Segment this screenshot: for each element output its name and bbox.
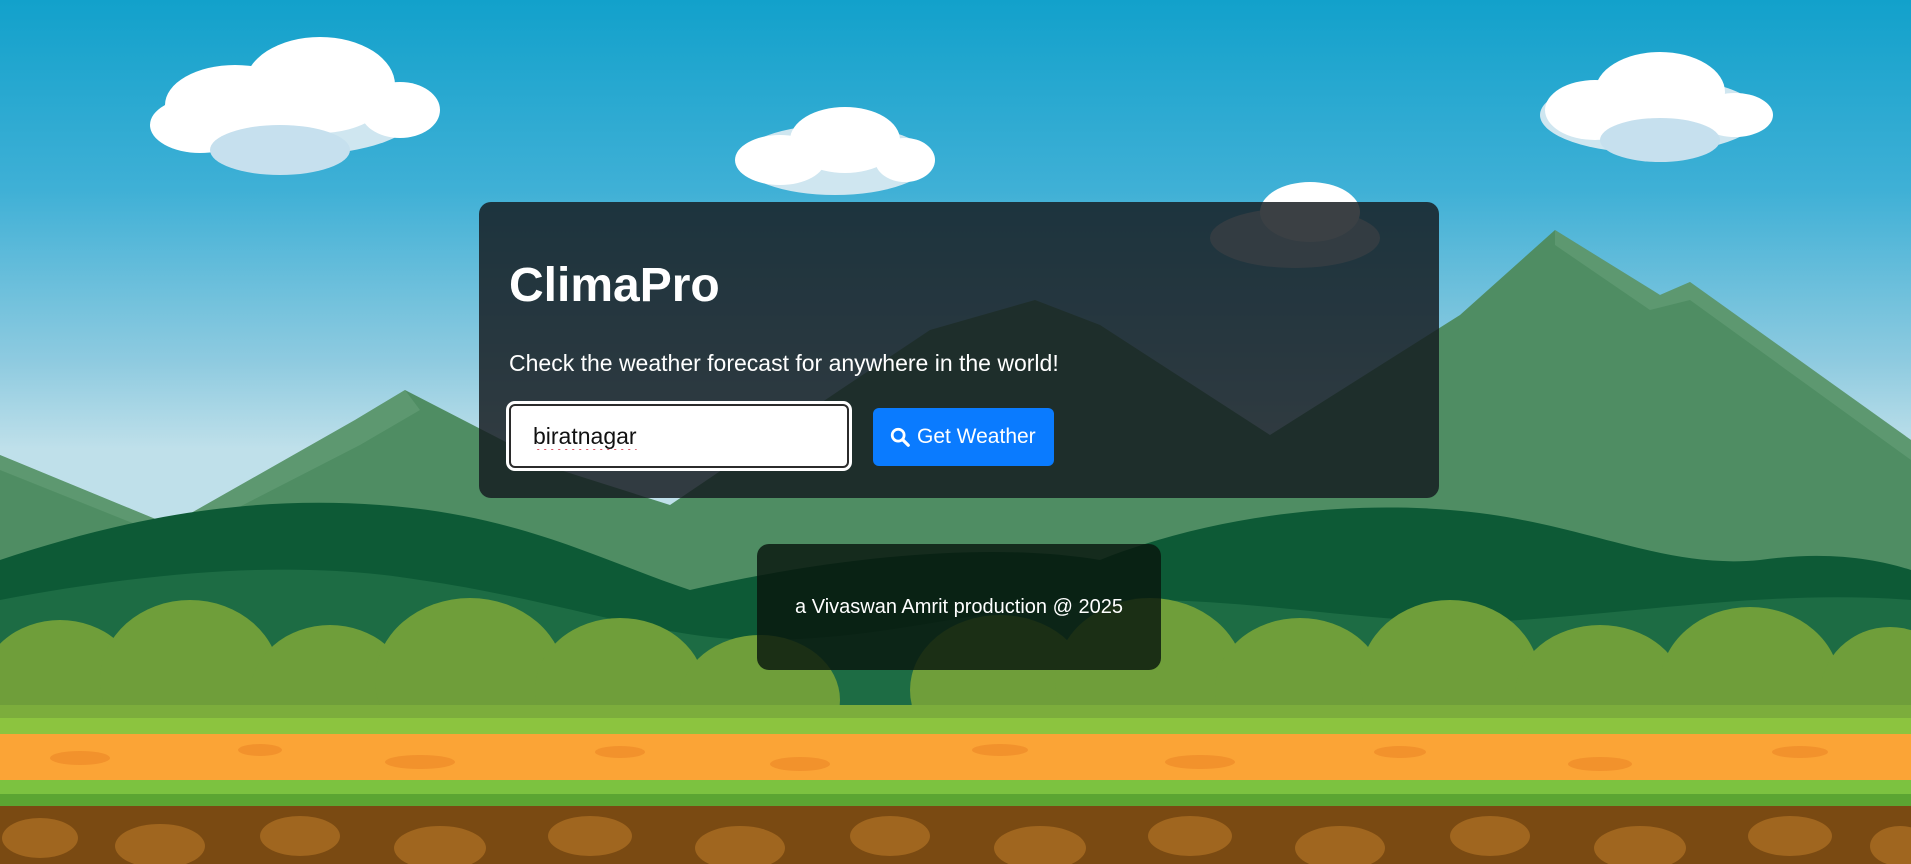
- app-title: ClimaPro: [509, 259, 720, 312]
- cloud: [150, 37, 440, 175]
- cloud: [1540, 52, 1773, 162]
- cloud: [735, 107, 935, 195]
- app-subtitle: Check the weather forecast for anywhere …: [509, 350, 1059, 376]
- city-search-input[interactable]: [506, 401, 852, 471]
- footer-credit: a Vivaswan Amrit production @ 2025: [757, 544, 1161, 670]
- search-card: ClimaPro Check the weather forecast for …: [479, 202, 1439, 498]
- dirt-path: [0, 734, 1911, 784]
- get-weather-button[interactable]: Get Weather: [873, 408, 1054, 466]
- get-weather-label: Get Weather: [917, 425, 1036, 448]
- footer-text: a Vivaswan Amrit production @ 2025: [795, 595, 1123, 618]
- search-icon: [890, 427, 910, 447]
